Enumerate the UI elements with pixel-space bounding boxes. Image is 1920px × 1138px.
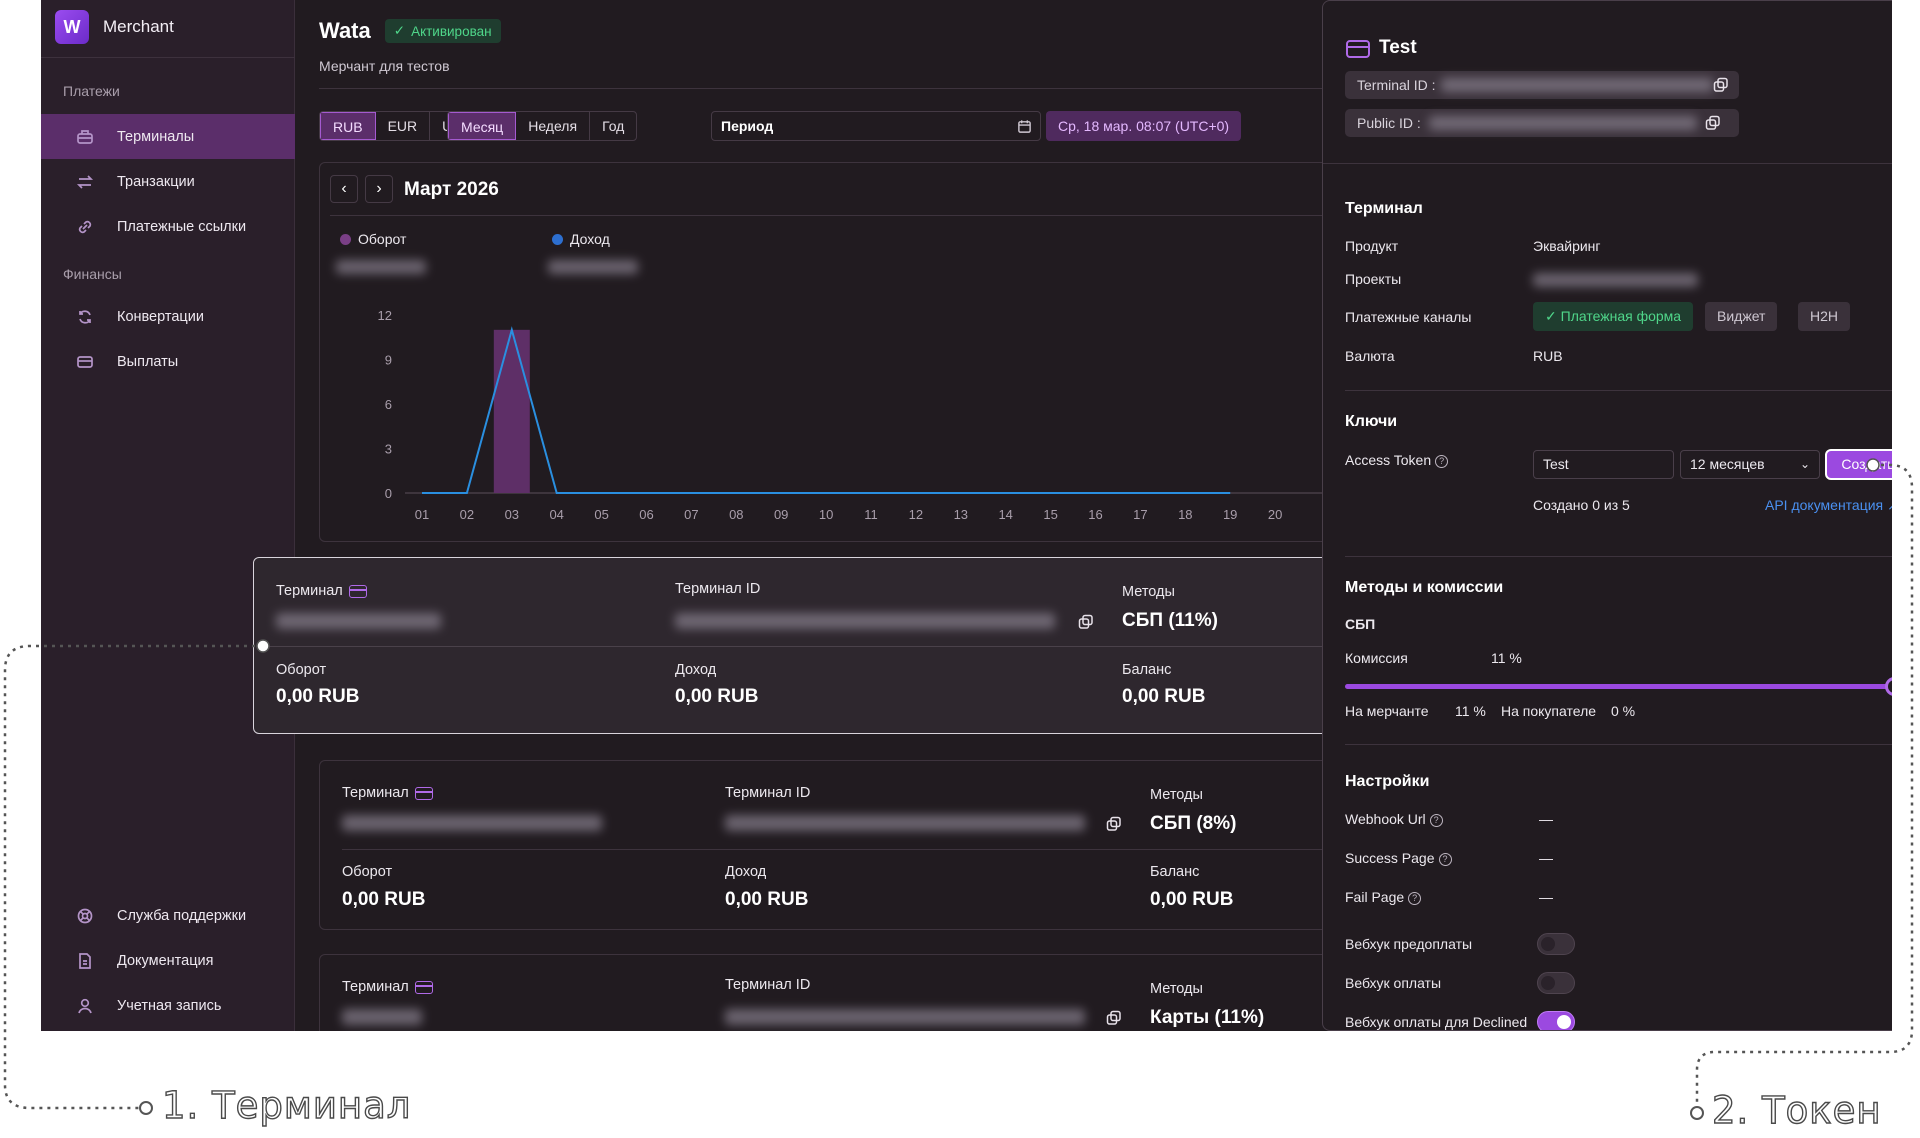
annotation-step-2: 2. Токен xyxy=(1711,1088,1882,1132)
annotation-step-1: 1. Терминал xyxy=(161,1083,412,1127)
annotation-connectors xyxy=(3,458,1914,1120)
